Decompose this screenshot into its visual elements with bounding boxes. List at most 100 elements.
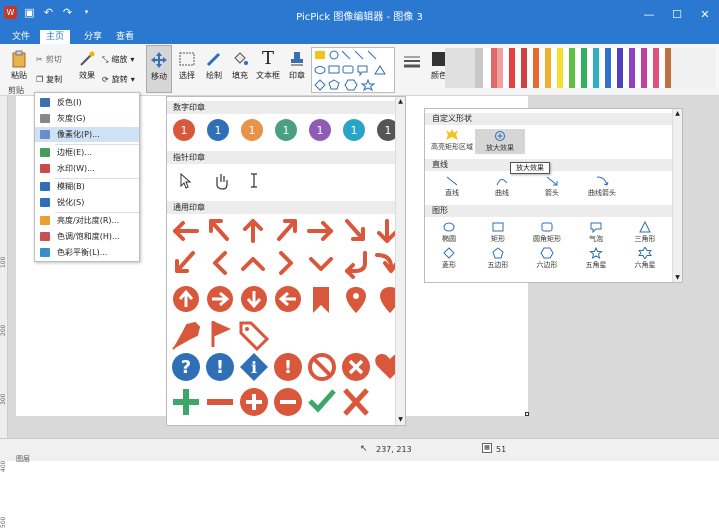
stamp-panel-scrollbar[interactable]: ▲ ▼ bbox=[395, 97, 405, 425]
highlight-rect-tool[interactable]: 高亮矩形区域 bbox=[427, 129, 477, 152]
arrow-up-left-icon[interactable] bbox=[209, 219, 229, 241]
tag-icon[interactable] bbox=[239, 321, 270, 352]
arrow-pointer-icon[interactable] bbox=[180, 172, 192, 189]
chevron-up-icon[interactable] bbox=[241, 257, 265, 271]
resize-button[interactable]: ⤡ 缩放 ▾ bbox=[102, 54, 134, 65]
shape-tool[interactable]: 菱形 bbox=[424, 247, 474, 270]
bookmark-icon[interactable] bbox=[313, 287, 329, 313]
map-pin-icon[interactable] bbox=[346, 287, 366, 313]
close-circle-icon[interactable] bbox=[342, 353, 370, 381]
copy-button[interactable]: ❐ 复制 bbox=[36, 74, 62, 85]
menu-item[interactable]: 像素化(P)... bbox=[35, 127, 139, 142]
heart-icon[interactable] bbox=[375, 354, 397, 379]
text-cursor-icon[interactable] bbox=[251, 173, 257, 188]
check-icon[interactable] bbox=[308, 389, 336, 413]
number-stamp[interactable]: 1 bbox=[241, 119, 263, 141]
plus-circle-icon[interactable] bbox=[240, 388, 268, 416]
stamp-button[interactable]: 印章 bbox=[286, 50, 308, 81]
draw-button[interactable]: 绘制 bbox=[203, 50, 225, 81]
scroll-up-icon[interactable]: ▲ bbox=[397, 98, 404, 106]
scroll-down-icon[interactable]: ▼ bbox=[674, 274, 681, 281]
line-tool[interactable]: 箭头 bbox=[527, 175, 577, 198]
tab-file[interactable]: 文件 bbox=[6, 30, 36, 44]
question-icon[interactable]: ? bbox=[172, 353, 200, 381]
exclamation-icon[interactable]: ! bbox=[206, 353, 234, 381]
cross-icon[interactable] bbox=[343, 388, 369, 416]
prohibited-icon[interactable] bbox=[308, 353, 336, 381]
paste-button[interactable]: 粘贴 bbox=[8, 50, 30, 81]
menu-item[interactable]: 边框(E)... bbox=[35, 145, 139, 160]
shape-tool[interactable]: 椭圆 bbox=[424, 221, 474, 244]
minimize-button[interactable]: — bbox=[635, 0, 663, 30]
menu-item[interactable]: 色彩平衡(L)... bbox=[35, 245, 139, 260]
number-stamps[interactable]: 1 1 1 1 1 1 1 bbox=[167, 117, 397, 143]
circle-arrow-down-icon[interactable] bbox=[241, 286, 267, 312]
menu-item[interactable]: 模糊(B) bbox=[35, 179, 139, 194]
line-style-button[interactable] bbox=[398, 52, 426, 72]
shape-gallery[interactable] bbox=[311, 47, 395, 93]
close-button[interactable]: ✕ bbox=[691, 0, 719, 30]
flag-icon[interactable] bbox=[211, 321, 231, 347]
shape-tool[interactable]: 五边形 bbox=[473, 247, 523, 270]
menu-item[interactable]: 灰度(G) bbox=[35, 111, 139, 126]
chevron-left-icon[interactable] bbox=[213, 251, 227, 275]
hand-pointer-icon[interactable] bbox=[216, 174, 228, 190]
menu-item[interactable]: 水印(W)... bbox=[35, 161, 139, 176]
line-tool[interactable]: 曲线箭头 bbox=[577, 175, 627, 198]
tab-home[interactable]: 主页 bbox=[40, 30, 71, 44]
shape-tool[interactable]: 气泡 bbox=[571, 221, 621, 244]
arrow-down-icon[interactable] bbox=[377, 219, 397, 243]
menu-item[interactable]: 锐化(S) bbox=[35, 195, 139, 210]
arrow-up-icon[interactable] bbox=[243, 219, 263, 243]
number-stamp[interactable]: 1 bbox=[309, 119, 331, 141]
tab-view[interactable]: 查看 bbox=[110, 30, 140, 44]
number-stamp[interactable]: 1 bbox=[173, 119, 195, 141]
shape-tool[interactable]: 六边形 bbox=[522, 247, 572, 270]
number-stamp[interactable]: 1 bbox=[207, 119, 229, 141]
fill-button[interactable]: 填充 bbox=[229, 50, 251, 81]
chevron-down-icon[interactable] bbox=[309, 257, 333, 271]
rotate-button[interactable]: ⟳ 旋转 ▾ bbox=[102, 74, 135, 85]
number-stamp[interactable]: 1 bbox=[377, 119, 397, 141]
pushpin-icon[interactable] bbox=[172, 321, 201, 350]
turn-arrow-icon[interactable] bbox=[375, 253, 397, 273]
minus-circle-icon[interactable] bbox=[274, 388, 302, 416]
maximize-button[interactable]: ☐ bbox=[663, 0, 691, 30]
menu-item[interactable]: 亮度/对比度(R)... bbox=[35, 213, 139, 228]
magnify-tool[interactable]: 放大效果 bbox=[475, 129, 525, 154]
circle-arrow-up-icon[interactable] bbox=[173, 286, 199, 312]
arrow-up-right-icon[interactable] bbox=[277, 219, 297, 241]
arrow-down-left-icon[interactable] bbox=[175, 251, 195, 273]
shape-tool[interactable]: 三角形 bbox=[620, 221, 670, 244]
effects-button[interactable]: 效果 bbox=[76, 50, 98, 81]
select-button[interactable]: 选择 bbox=[176, 50, 198, 81]
tab-share[interactable]: 分享 bbox=[78, 30, 108, 44]
resize-handle[interactable] bbox=[525, 412, 529, 416]
textbox-button[interactable]: T 文本框 bbox=[254, 50, 282, 81]
shape-tool[interactable]: 圆角矩形 bbox=[522, 221, 572, 244]
color-palette[interactable] bbox=[445, 48, 715, 88]
plus-icon[interactable] bbox=[173, 389, 199, 415]
line-tool[interactable]: 直线 bbox=[427, 175, 477, 198]
general-stamps[interactable]: ? ! i ! bbox=[169, 215, 397, 425]
number-stamp[interactable]: 1 bbox=[343, 119, 365, 141]
move-button[interactable]: 移动 bbox=[146, 45, 172, 93]
pointer-stamps[interactable] bbox=[177, 171, 297, 191]
scroll-down-icon[interactable]: ▼ bbox=[397, 416, 404, 424]
circle-arrow-left-icon[interactable] bbox=[275, 286, 301, 312]
warning-icon[interactable]: ! bbox=[274, 353, 302, 381]
line-tool[interactable]: 曲线 bbox=[477, 175, 527, 198]
menu-item[interactable]: 反色(I) bbox=[35, 95, 139, 110]
arrow-left-icon[interactable] bbox=[173, 221, 199, 241]
shape-tool[interactable]: 六角星 bbox=[620, 247, 670, 270]
info-icon[interactable]: i bbox=[240, 353, 268, 381]
circle-arrow-right-icon[interactable] bbox=[207, 286, 233, 312]
number-stamp[interactable]: 1 bbox=[275, 119, 297, 141]
shape-tool[interactable]: 矩形 bbox=[473, 221, 523, 244]
scroll-up-icon[interactable]: ▲ bbox=[674, 110, 681, 117]
arrow-right-icon[interactable] bbox=[307, 221, 333, 241]
chevron-right-icon[interactable] bbox=[279, 251, 293, 275]
cut-button[interactable]: ✂ 剪切 bbox=[36, 54, 62, 65]
shape-tool[interactable]: 五角星 bbox=[571, 247, 621, 270]
return-arrow-icon[interactable] bbox=[345, 251, 367, 279]
